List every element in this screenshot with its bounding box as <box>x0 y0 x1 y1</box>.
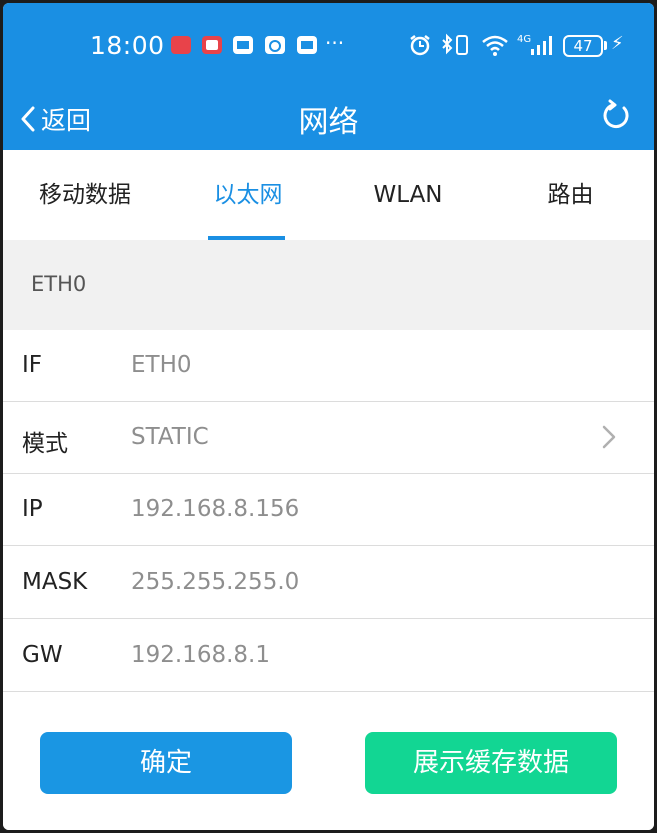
bluetooth-vibrate-icon <box>442 33 468 55</box>
huawei-notification-icon <box>171 36 191 54</box>
row-if[interactable]: IF ETH0 <box>3 330 654 402</box>
tab-routing[interactable]: 路由 <box>523 150 618 240</box>
status-bar: 18:00 ··· 4G 47 ⚡ <box>3 3 654 89</box>
navigation-header: 返回 网络 <box>3 89 654 150</box>
action-footer: 确定 展示缓存数据 <box>3 692 654 830</box>
row-value: 192.168.8.156 <box>131 496 300 522</box>
row-value: 255.255.255.0 <box>131 569 300 595</box>
row-mask[interactable]: MASK 255.255.255.0 <box>3 547 654 619</box>
charging-icon: ⚡ <box>611 33 624 54</box>
app-notification-icon <box>202 36 222 54</box>
refresh-icon[interactable] <box>601 99 633 133</box>
row-ip[interactable]: IP 192.168.8.156 <box>3 474 654 546</box>
row-value: STATIC <box>131 424 209 450</box>
battery-level: 47 <box>563 35 603 57</box>
section-header: ETH0 <box>3 240 654 330</box>
chevron-right-icon <box>602 425 616 449</box>
app-bar: 18:00 ··· 4G 47 ⚡ 返回 网络 <box>3 3 654 150</box>
battery-cap <box>604 41 607 50</box>
row-gw[interactable]: GW 192.168.8.1 <box>3 620 654 692</box>
more-notifications-icon: ··· <box>325 31 345 55</box>
row-label: MASK <box>22 569 88 595</box>
row-value: 192.168.8.1 <box>131 642 270 668</box>
cloud-notification-icon <box>265 36 285 54</box>
confirm-button[interactable]: 确定 <box>40 732 292 794</box>
row-label: 模式 <box>22 431 68 457</box>
alarm-icon <box>410 35 430 56</box>
wifi-icon <box>482 35 508 56</box>
mail-notification-icon <box>233 36 253 54</box>
signal-icon <box>531 36 552 55</box>
row-mode[interactable]: 模式 STATIC <box>3 402 654 474</box>
message-notification-icon <box>297 36 317 54</box>
network-tabs: 移动数据 以太网 WLAN 路由 <box>3 150 654 240</box>
row-label: IF <box>22 352 43 378</box>
page-title: 网络 <box>298 105 359 140</box>
tab-ethernet[interactable]: 以太网 <box>193 150 303 240</box>
row-label: IP <box>22 496 43 522</box>
tab-mobile-data[interactable]: 移动数据 <box>20 150 150 240</box>
app-screen: 18:00 ··· 4G 47 ⚡ 返回 网络 移动数据 以太网 WLAN 路由… <box>3 3 654 830</box>
status-time: 18:00 <box>90 31 165 60</box>
section-title: ETH0 <box>31 272 87 296</box>
tab-wlan[interactable]: WLAN <box>353 150 463 240</box>
row-value: ETH0 <box>131 352 192 378</box>
show-cache-button[interactable]: 展示缓存数据 <box>365 732 617 794</box>
row-label: GW <box>22 642 63 668</box>
